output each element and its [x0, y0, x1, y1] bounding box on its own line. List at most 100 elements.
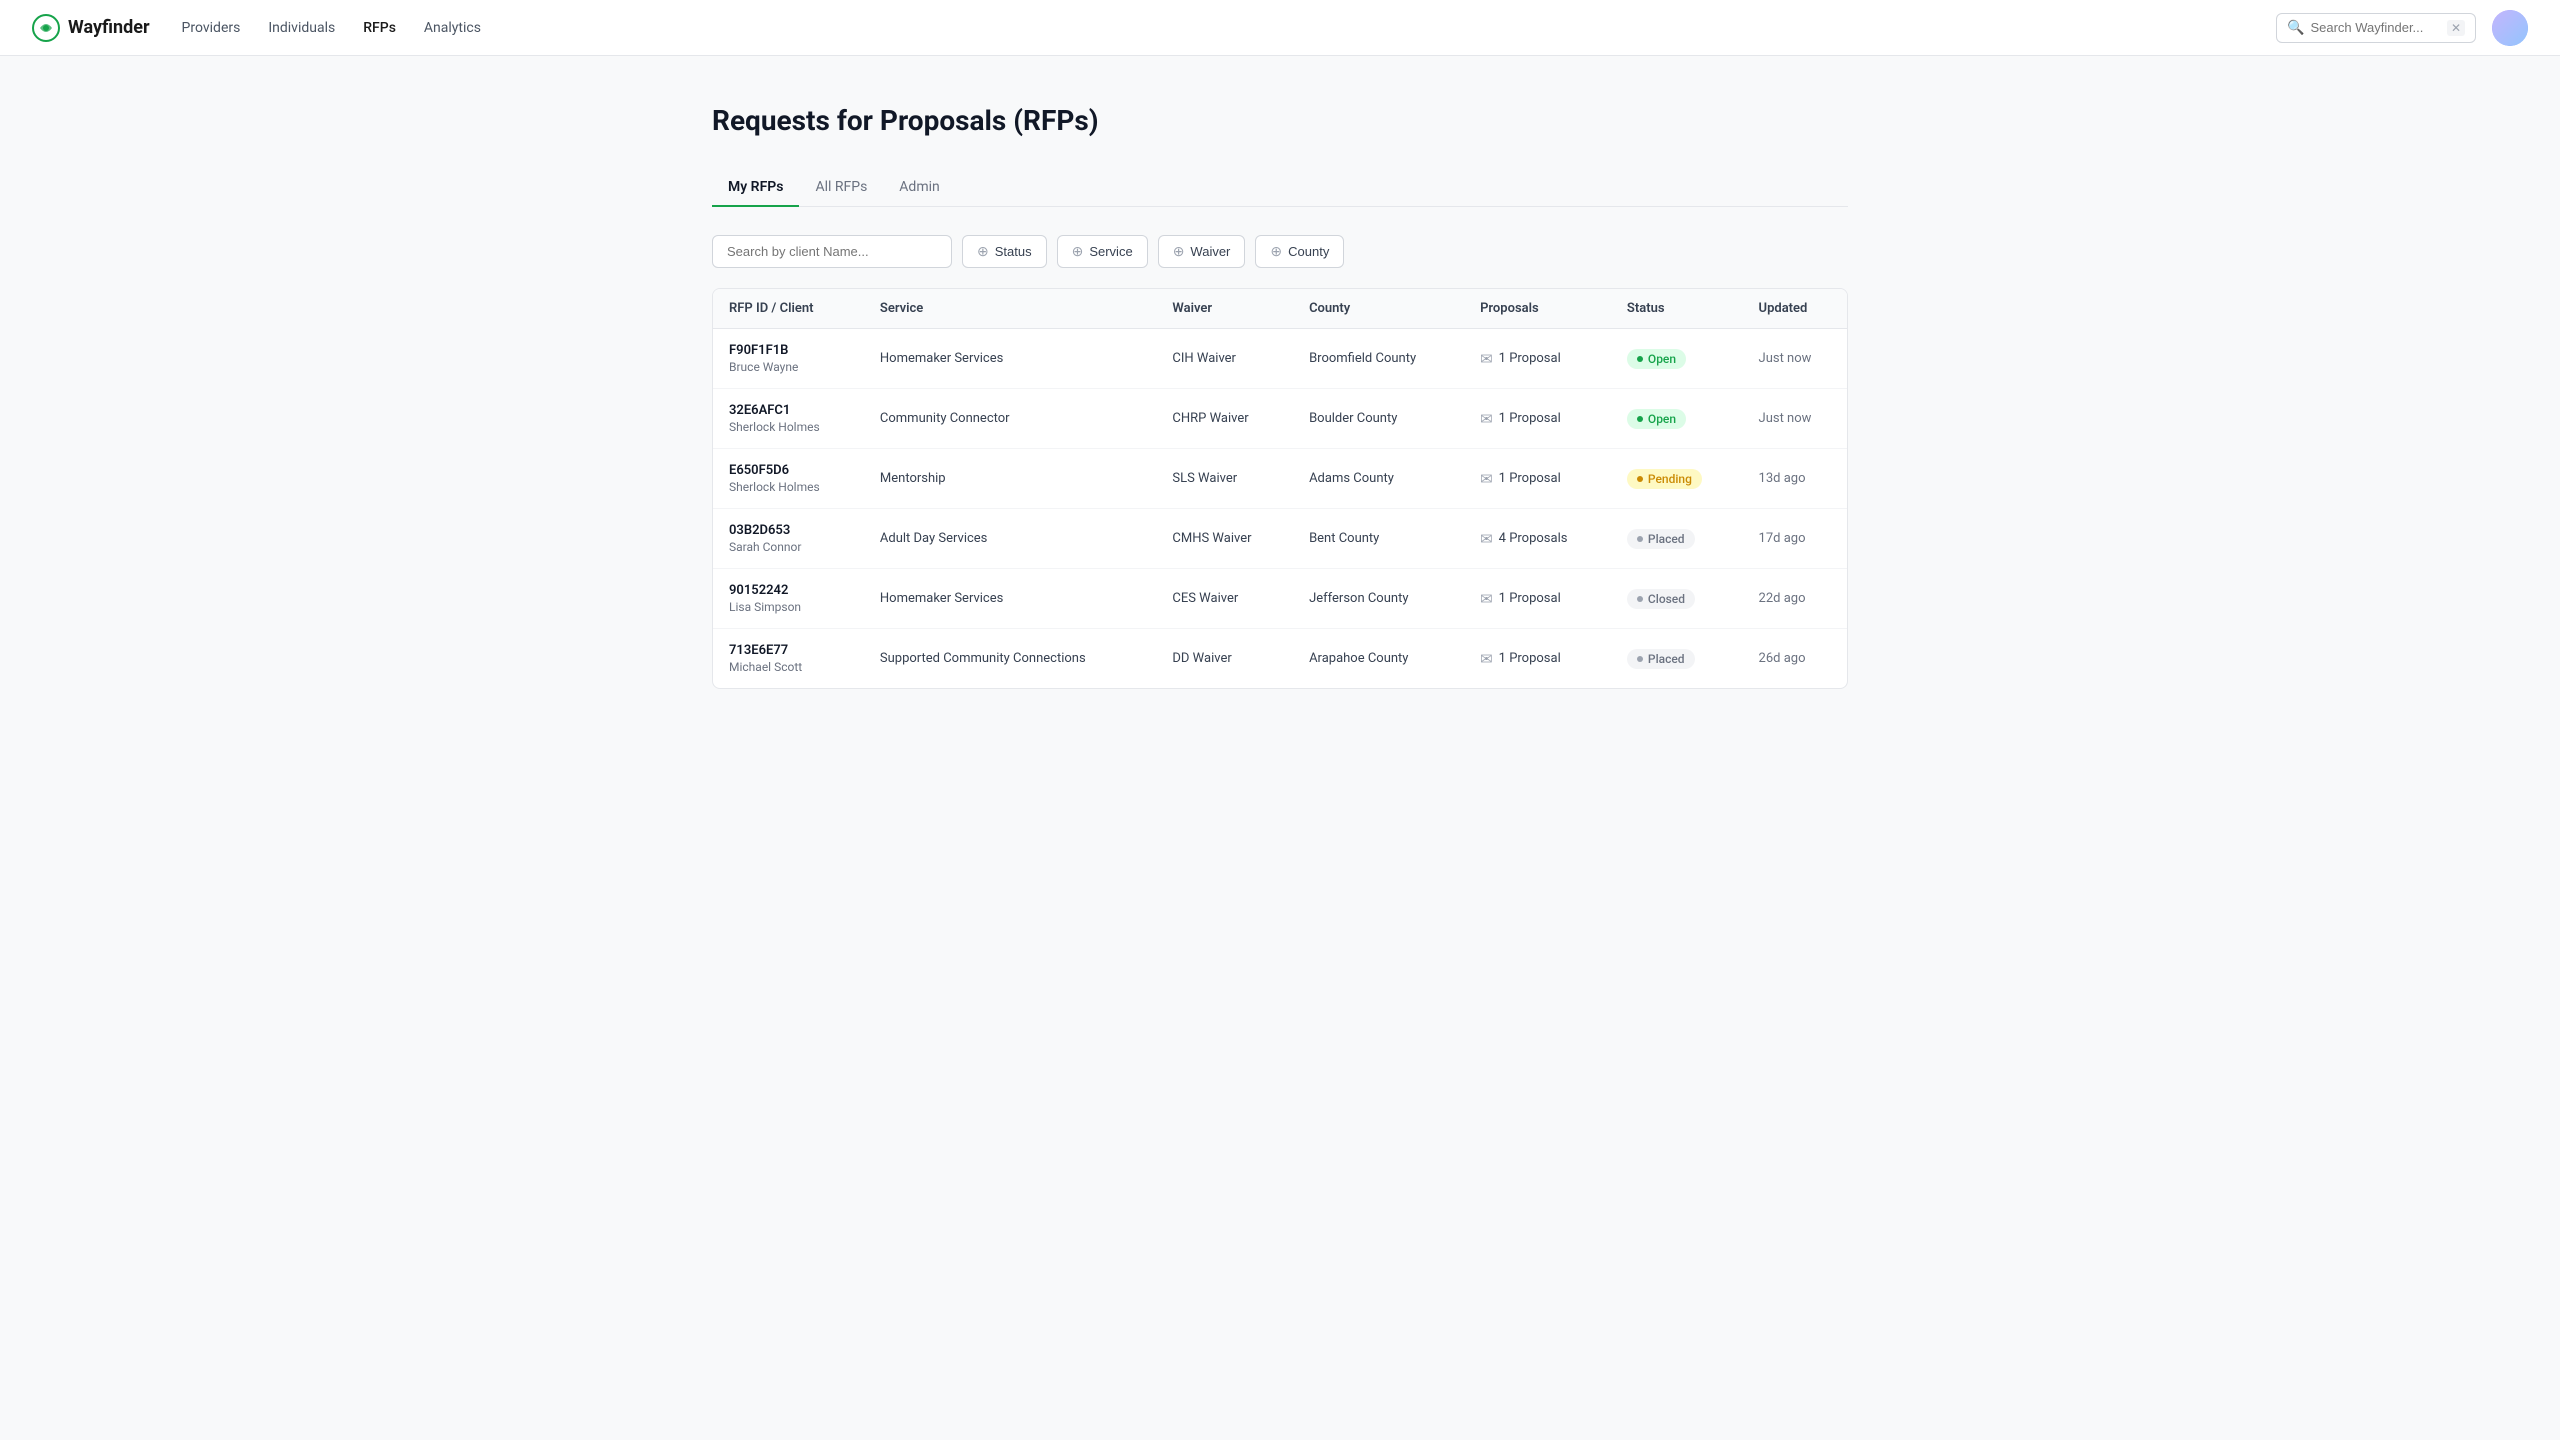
table-row[interactable]: F90F1F1B Bruce Wayne Homemaker Services …	[713, 329, 1847, 389]
cell-updated-2: 13d ago	[1743, 449, 1847, 509]
nav-individuals[interactable]: Individuals	[268, 20, 335, 36]
cell-service-5: Supported Community Connections	[864, 629, 1157, 689]
logo-text: Wayfinder	[68, 17, 150, 38]
cell-rfp-id-5: 713E6E77 Michael Scott	[713, 629, 864, 689]
waiver-filter-label: Waiver	[1190, 244, 1230, 259]
nav-providers[interactable]: Providers	[182, 20, 241, 36]
table-row[interactable]: 90152242 Lisa Simpson Homemaker Services…	[713, 569, 1847, 629]
logo-icon	[32, 14, 60, 42]
rfp-table-container: RFP ID / Client Service Waiver County Pr…	[712, 288, 1848, 689]
cell-county-1: Boulder County	[1293, 389, 1464, 449]
status-badge: Open	[1627, 349, 1686, 369]
table-header-row: RFP ID / Client Service Waiver County Pr…	[713, 289, 1847, 329]
cell-rfp-id-3: 03B2D653 Sarah Connor	[713, 509, 864, 569]
logo[interactable]: Wayfinder	[32, 14, 150, 42]
service-filter-label: Service	[1089, 244, 1132, 259]
cell-rfp-id-0: F90F1F1B Bruce Wayne	[713, 329, 864, 389]
cell-status-5: Placed	[1611, 629, 1743, 689]
rfp-table: RFP ID / Client Service Waiver County Pr…	[713, 289, 1847, 688]
status-dot	[1637, 416, 1643, 422]
nav-rfps[interactable]: RFPs	[363, 20, 396, 36]
col-service: Service	[864, 289, 1157, 329]
cell-status-4: Closed	[1611, 569, 1743, 629]
proposals-count: 1 Proposal	[1499, 651, 1561, 666]
col-proposals: Proposals	[1464, 289, 1611, 329]
cell-service-4: Homemaker Services	[864, 569, 1157, 629]
client-search-input[interactable]	[712, 235, 952, 268]
cell-county-2: Adams County	[1293, 449, 1464, 509]
search-clear-button[interactable]: ✕	[2447, 20, 2465, 36]
cell-updated-5: 26d ago	[1743, 629, 1847, 689]
service-filter-icon: ⊕	[1072, 243, 1084, 260]
table-row[interactable]: E650F5D6 Sherlock Holmes Mentorship SLS …	[713, 449, 1847, 509]
cell-waiver-3: CMHS Waiver	[1156, 509, 1293, 569]
nav-right: 🔍 ✕	[2276, 10, 2528, 46]
cell-county-4: Jefferson County	[1293, 569, 1464, 629]
cell-waiver-5: DD Waiver	[1156, 629, 1293, 689]
cell-service-3: Adult Day Services	[864, 509, 1157, 569]
proposals-count: 1 Proposal	[1499, 471, 1561, 486]
cell-county-5: Arapahoe County	[1293, 629, 1464, 689]
col-waiver: Waiver	[1156, 289, 1293, 329]
cell-rfp-id-4: 90152242 Lisa Simpson	[713, 569, 864, 629]
search-input[interactable]	[2310, 20, 2441, 35]
mail-icon: ✉	[1480, 590, 1493, 608]
cell-status-1: Open	[1611, 389, 1743, 449]
cell-proposals-1: ✉ 1 Proposal	[1464, 389, 1611, 449]
status-filter-icon: ⊕	[977, 243, 989, 260]
cell-proposals-2: ✉ 1 Proposal	[1464, 449, 1611, 509]
cell-status-0: Open	[1611, 329, 1743, 389]
page-title: Requests for Proposals (RFPs)	[712, 104, 1848, 137]
avatar[interactable]	[2492, 10, 2528, 46]
status-dot	[1637, 476, 1643, 482]
page-content: Requests for Proposals (RFPs) My RFPs Al…	[680, 56, 1880, 721]
status-badge: Pending	[1627, 469, 1702, 489]
tab-all-rfps[interactable]: All RFPs	[799, 169, 883, 207]
cell-service-1: Community Connector	[864, 389, 1157, 449]
table-row[interactable]: 03B2D653 Sarah Connor Adult Day Services…	[713, 509, 1847, 569]
col-rfp-id: RFP ID / Client	[713, 289, 864, 329]
cell-proposals-4: ✉ 1 Proposal	[1464, 569, 1611, 629]
proposals-count: 1 Proposal	[1499, 351, 1561, 366]
county-filter-button[interactable]: ⊕ County	[1255, 235, 1344, 268]
cell-proposals-5: ✉ 1 Proposal	[1464, 629, 1611, 689]
cell-updated-1: Just now	[1743, 389, 1847, 449]
cell-status-3: Placed	[1611, 509, 1743, 569]
table-row[interactable]: 713E6E77 Michael Scott Supported Communi…	[713, 629, 1847, 689]
status-dot	[1637, 536, 1643, 542]
tab-my-rfps[interactable]: My RFPs	[712, 169, 799, 207]
status-badge: Placed	[1627, 529, 1695, 549]
waiver-filter-button[interactable]: ⊕ Waiver	[1158, 235, 1246, 268]
tabs: My RFPs All RFPs Admin	[712, 169, 1848, 207]
cell-service-2: Mentorship	[864, 449, 1157, 509]
cell-service-0: Homemaker Services	[864, 329, 1157, 389]
cell-waiver-1: CHRP Waiver	[1156, 389, 1293, 449]
status-dot	[1637, 596, 1643, 602]
mail-icon: ✉	[1480, 530, 1493, 548]
mail-icon: ✉	[1480, 650, 1493, 668]
search-icon: 🔍	[2287, 20, 2304, 36]
status-badge: Open	[1627, 409, 1686, 429]
table-row[interactable]: 32E6AFC1 Sherlock Holmes Community Conne…	[713, 389, 1847, 449]
col-updated: Updated	[1743, 289, 1847, 329]
cell-updated-4: 22d ago	[1743, 569, 1847, 629]
mail-icon: ✉	[1480, 470, 1493, 488]
cell-status-2: Pending	[1611, 449, 1743, 509]
nav-analytics[interactable]: Analytics	[424, 20, 481, 36]
mail-icon: ✉	[1480, 410, 1493, 428]
cell-waiver-0: CIH Waiver	[1156, 329, 1293, 389]
county-filter-label: County	[1288, 244, 1329, 259]
col-county: County	[1293, 289, 1464, 329]
tab-admin[interactable]: Admin	[883, 169, 955, 207]
search-box: 🔍 ✕	[2276, 13, 2476, 43]
status-dot	[1637, 656, 1643, 662]
service-filter-button[interactable]: ⊕ Service	[1057, 235, 1148, 268]
cell-waiver-2: SLS Waiver	[1156, 449, 1293, 509]
proposals-count: 1 Proposal	[1499, 591, 1561, 606]
status-badge: Closed	[1627, 589, 1695, 609]
cell-waiver-4: CES Waiver	[1156, 569, 1293, 629]
proposals-count: 1 Proposal	[1499, 411, 1561, 426]
proposals-count: 4 Proposals	[1499, 531, 1568, 546]
status-filter-button[interactable]: ⊕ Status	[962, 235, 1047, 268]
cell-proposals-0: ✉ 1 Proposal	[1464, 329, 1611, 389]
